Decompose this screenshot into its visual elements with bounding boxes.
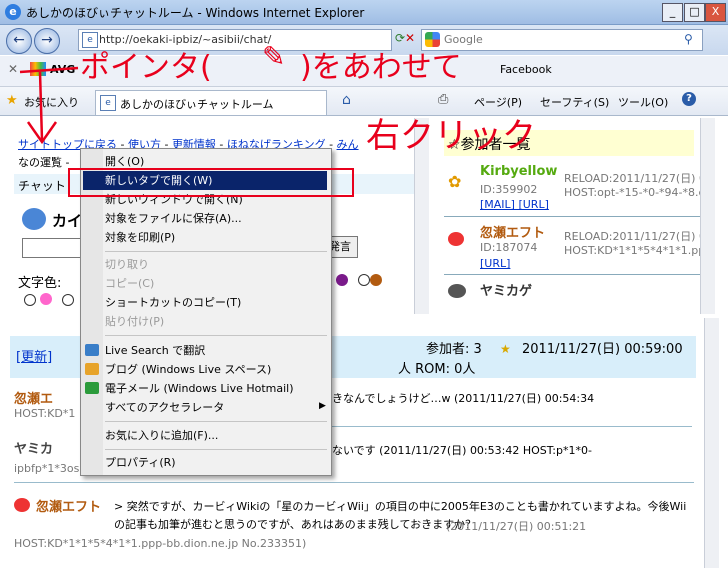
arrow-line xyxy=(19,66,79,74)
annotation-arrows xyxy=(19,66,79,145)
arrow-line xyxy=(38,71,44,141)
